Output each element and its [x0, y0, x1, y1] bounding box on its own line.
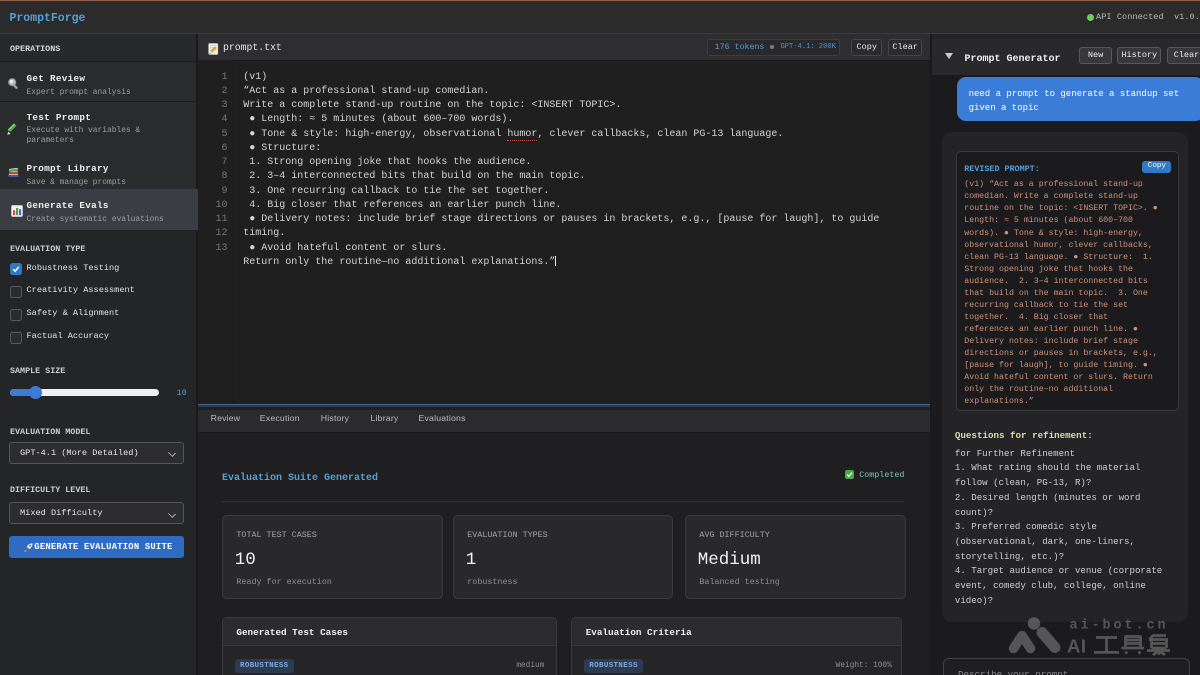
svg-text:AI: AI [1067, 636, 1087, 657]
svg-text:ai-bot.cn: ai-bot.cn [1070, 619, 1169, 634]
